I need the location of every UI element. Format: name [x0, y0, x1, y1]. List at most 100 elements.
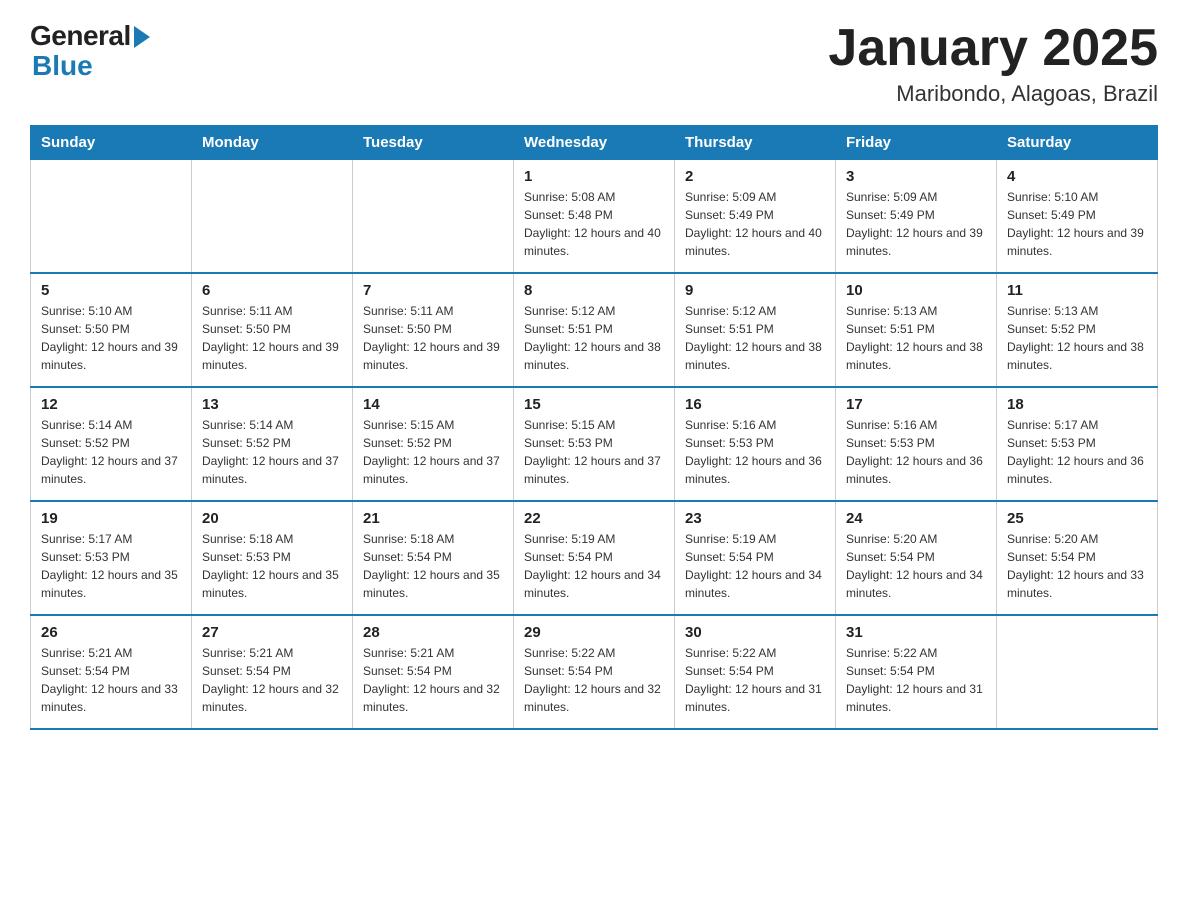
- calendar-day-header: Thursday: [675, 126, 836, 160]
- calendar-day-cell: 1Sunrise: 5:08 AMSunset: 5:48 PMDaylight…: [514, 160, 675, 274]
- title-block: January 2025 Maribondo, Alagoas, Brazil: [828, 20, 1158, 107]
- day-info: Sunrise: 5:18 AMSunset: 5:53 PMDaylight:…: [202, 530, 342, 602]
- calendar-day-cell: [192, 160, 353, 274]
- calendar-table: SundayMondayTuesdayWednesdayThursdayFrid…: [30, 125, 1158, 730]
- calendar-day-cell: 15Sunrise: 5:15 AMSunset: 5:53 PMDayligh…: [514, 387, 675, 501]
- calendar-day-cell: 26 Sunrise: 5:21 AMSunset: 5:54 PMDayligh…: [31, 615, 192, 729]
- day-info: Sunrise: 5:22 AMSunset: 5:54 PMDaylight:…: [846, 644, 986, 716]
- day-number: 11: [1007, 282, 1147, 299]
- calendar-day-cell: 9 Sunrise: 5:12 AMSunset: 5:51 PMDaylight…: [675, 273, 836, 387]
- day-info: Sunrise: 5:15 AMSunset: 5:53 PMDaylight:…: [524, 416, 664, 488]
- calendar-day-cell: 2 Sunrise: 5:09 AMSunset: 5:49 PMDaylight…: [675, 160, 836, 274]
- day-number: 29: [524, 624, 664, 641]
- day-info: Sunrise: 5:19 AMSunset: 5:54 PMDaylight:…: [685, 530, 825, 602]
- day-info: Sunrise: 5:16 AMSunset: 5:53 PMDaylight:…: [846, 416, 986, 488]
- calendar-day-cell: [31, 160, 192, 274]
- day-info: Sunrise: 5:20 AMSunset: 5:54 PMDaylight:…: [1007, 530, 1147, 602]
- calendar-day-cell: 17 Sunrise: 5:16 AMSunset: 5:53 PMDayligh…: [836, 387, 997, 501]
- calendar-day-cell: 10 Sunrise: 5:13 AMSunset: 5:51 PMDayligh…: [836, 273, 997, 387]
- day-number: 20: [202, 510, 342, 527]
- day-number: 2: [685, 168, 825, 185]
- logo-blue-text: Blue: [32, 52, 93, 80]
- day-info: Sunrise: 5:21 AMSunset: 5:54 PMDaylight:…: [202, 644, 342, 716]
- calendar-day-cell: 28 Sunrise: 5:21 AMSunset: 5:54 PMDayligh…: [353, 615, 514, 729]
- calendar-day-cell: 20 Sunrise: 5:18 AMSunset: 5:53 PMDayligh…: [192, 501, 353, 615]
- day-number: 18: [1007, 396, 1147, 413]
- calendar-week-row: 19Sunrise: 5:17 AMSunset: 5:53 PMDayligh…: [31, 501, 1158, 615]
- day-info: Sunrise: 5:21 AMSunset: 5:54 PMDaylight:…: [41, 644, 181, 716]
- calendar-week-row: 26 Sunrise: 5:21 AMSunset: 5:54 PMDayligh…: [31, 615, 1158, 729]
- calendar-day-cell: 30 Sunrise: 5:22 AMSunset: 5:54 PMDayligh…: [675, 615, 836, 729]
- day-info: Sunrise: 5:12 AMSunset: 5:51 PMDaylight:…: [524, 302, 664, 374]
- day-info: Sunrise: 5:12 AMSunset: 5:51 PMDaylight:…: [685, 302, 825, 374]
- calendar-day-cell: 7Sunrise: 5:11 AMSunset: 5:50 PMDaylight…: [353, 273, 514, 387]
- calendar-day-cell: 22 Sunrise: 5:19 AMSunset: 5:54 PMDayligh…: [514, 501, 675, 615]
- day-number: 13: [202, 396, 342, 413]
- logo-arrow-icon: [134, 26, 150, 48]
- calendar-week-row: 5Sunrise: 5:10 AMSunset: 5:50 PMDaylight…: [31, 273, 1158, 387]
- day-number: 27: [202, 624, 342, 641]
- day-number: 31: [846, 624, 986, 641]
- day-info: Sunrise: 5:11 AMSunset: 5:50 PMDaylight:…: [202, 302, 342, 374]
- calendar-day-cell: 3Sunrise: 5:09 AMSunset: 5:49 PMDaylight…: [836, 160, 997, 274]
- day-info: Sunrise: 5:18 AMSunset: 5:54 PMDaylight:…: [363, 530, 503, 602]
- day-number: 24: [846, 510, 986, 527]
- day-info: Sunrise: 5:09 AMSunset: 5:49 PMDaylight:…: [685, 188, 825, 260]
- logo: General Blue: [30, 20, 150, 80]
- day-info: Sunrise: 5:19 AMSunset: 5:54 PMDaylight:…: [524, 530, 664, 602]
- day-info: Sunrise: 5:16 AMSunset: 5:53 PMDaylight:…: [685, 416, 825, 488]
- calendar-day-header: Tuesday: [353, 126, 514, 160]
- page-header: General Blue January 2025 Maribondo, Ala…: [30, 20, 1158, 107]
- calendar-week-row: 12 Sunrise: 5:14 AMSunset: 5:52 PMDayligh…: [31, 387, 1158, 501]
- day-info: Sunrise: 5:17 AMSunset: 5:53 PMDaylight:…: [1007, 416, 1147, 488]
- calendar-day-cell: 14 Sunrise: 5:15 AMSunset: 5:52 PMDayligh…: [353, 387, 514, 501]
- calendar-day-header: Saturday: [997, 126, 1158, 160]
- calendar-day-cell: [997, 615, 1158, 729]
- day-number: 5: [41, 282, 181, 299]
- day-info: Sunrise: 5:21 AMSunset: 5:54 PMDaylight:…: [363, 644, 503, 716]
- day-number: 17: [846, 396, 986, 413]
- day-number: 30: [685, 624, 825, 641]
- day-number: 10: [846, 282, 986, 299]
- calendar-day-cell: 16 Sunrise: 5:16 AMSunset: 5:53 PMDayligh…: [675, 387, 836, 501]
- day-number: 8: [524, 282, 664, 299]
- page-subtitle: Maribondo, Alagoas, Brazil: [828, 81, 1158, 107]
- day-info: Sunrise: 5:09 AMSunset: 5:49 PMDaylight:…: [846, 188, 986, 260]
- day-info: Sunrise: 5:15 AMSunset: 5:52 PMDaylight:…: [363, 416, 503, 488]
- calendar-day-cell: 31 Sunrise: 5:22 AMSunset: 5:54 PMDayligh…: [836, 615, 997, 729]
- calendar-header-row: SundayMondayTuesdayWednesdayThursdayFrid…: [31, 126, 1158, 160]
- day-number: 19: [41, 510, 181, 527]
- day-info: Sunrise: 5:13 AMSunset: 5:51 PMDaylight:…: [846, 302, 986, 374]
- calendar-day-cell: 5Sunrise: 5:10 AMSunset: 5:50 PMDaylight…: [31, 273, 192, 387]
- calendar-day-cell: 11 Sunrise: 5:13 AMSunset: 5:52 PMDayligh…: [997, 273, 1158, 387]
- day-number: 12: [41, 396, 181, 413]
- day-info: Sunrise: 5:14 AMSunset: 5:52 PMDaylight:…: [41, 416, 181, 488]
- day-number: 7: [363, 282, 503, 299]
- day-number: 26: [41, 624, 181, 641]
- day-info: Sunrise: 5:20 AMSunset: 5:54 PMDaylight:…: [846, 530, 986, 602]
- day-number: 21: [363, 510, 503, 527]
- day-number: 22: [524, 510, 664, 527]
- calendar-day-cell: 18 Sunrise: 5:17 AMSunset: 5:53 PMDayligh…: [997, 387, 1158, 501]
- day-number: 23: [685, 510, 825, 527]
- calendar-day-cell: 12 Sunrise: 5:14 AMSunset: 5:52 PMDayligh…: [31, 387, 192, 501]
- day-number: 9: [685, 282, 825, 299]
- calendar-day-cell: 8 Sunrise: 5:12 AMSunset: 5:51 PMDaylight…: [514, 273, 675, 387]
- day-number: 25: [1007, 510, 1147, 527]
- calendar-day-cell: 6Sunrise: 5:11 AMSunset: 5:50 PMDaylight…: [192, 273, 353, 387]
- calendar-day-cell: 4Sunrise: 5:10 AMSunset: 5:49 PMDaylight…: [997, 160, 1158, 274]
- day-info: Sunrise: 5:22 AMSunset: 5:54 PMDaylight:…: [685, 644, 825, 716]
- calendar-day-cell: 19Sunrise: 5:17 AMSunset: 5:53 PMDayligh…: [31, 501, 192, 615]
- calendar-day-header: Sunday: [31, 126, 192, 160]
- day-number: 28: [363, 624, 503, 641]
- day-info: Sunrise: 5:13 AMSunset: 5:52 PMDaylight:…: [1007, 302, 1147, 374]
- day-info: Sunrise: 5:14 AMSunset: 5:52 PMDaylight:…: [202, 416, 342, 488]
- day-number: 14: [363, 396, 503, 413]
- day-number: 4: [1007, 168, 1147, 185]
- calendar-day-header: Wednesday: [514, 126, 675, 160]
- logo-general-text: General: [30, 20, 131, 52]
- day-info: Sunrise: 5:08 AMSunset: 5:48 PMDaylight:…: [524, 188, 664, 260]
- day-info: Sunrise: 5:22 AMSunset: 5:54 PMDaylight:…: [524, 644, 664, 716]
- calendar-day-cell: 21 Sunrise: 5:18 AMSunset: 5:54 PMDayligh…: [353, 501, 514, 615]
- day-number: 16: [685, 396, 825, 413]
